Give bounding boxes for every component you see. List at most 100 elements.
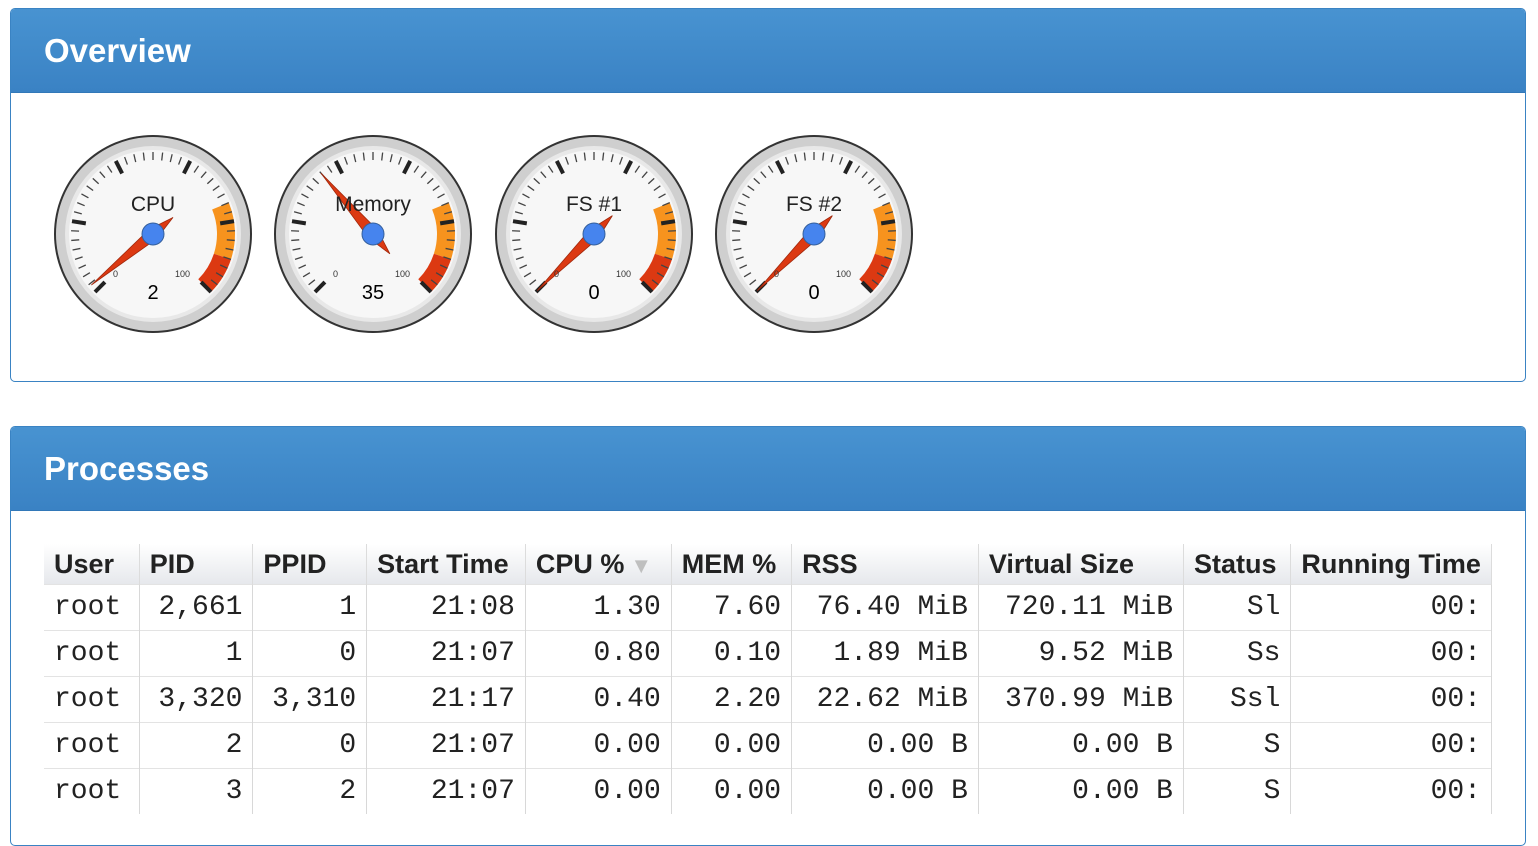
column-header-start-time[interactable]: Start Time — [367, 544, 526, 585]
table-row[interactable]: root2021:070.000.000.00 B0.00 BS00: — [44, 723, 1492, 769]
column-header-status[interactable]: Status — [1184, 544, 1291, 585]
gauge-minor-tick — [447, 240, 455, 241]
process-table-container[interactable]: User PID PPID Start Time CPU %▼ MEM % RS… — [44, 544, 1492, 814]
cell-ppid: 0 — [253, 631, 367, 677]
cell-ppid: 0 — [253, 723, 367, 769]
cell-virtual-size: 720.11 MiB — [978, 585, 1183, 631]
cell-cpu: 1.30 — [525, 585, 671, 631]
gauge-hub — [583, 223, 605, 245]
processes-title: Processes — [11, 427, 1525, 511]
fs1-gauge: FS #1 0 100 0 — [493, 133, 695, 335]
gauge-max-label: 100 — [616, 269, 631, 279]
cell-running-time: 00: — [1291, 631, 1492, 677]
cell-pid: 1 — [139, 631, 253, 677]
cell-mem: 0.10 — [671, 631, 791, 677]
gauge-minor-tick — [512, 240, 520, 241]
gauge-max-label: 100 — [836, 269, 851, 279]
table-row[interactable]: root1021:070.800.101.89 MiB9.52 MiBSs00: — [44, 631, 1492, 677]
cell-start-time: 21:17 — [367, 677, 526, 723]
gauge-minor-tick — [732, 240, 740, 241]
cell-cpu: 0.40 — [525, 677, 671, 723]
memory-gauge: Memory 0 100 35 — [272, 133, 474, 335]
cell-start-time: 21:07 — [367, 769, 526, 815]
gauge-value: 2 — [52, 282, 254, 305]
cell-pid: 3 — [139, 769, 253, 815]
gauge-minor-tick — [291, 240, 299, 241]
column-header-user[interactable]: User — [44, 544, 139, 585]
cell-ppid: 3,310 — [253, 677, 367, 723]
cell-status: Sl — [1184, 585, 1291, 631]
column-header-label: Status — [1194, 549, 1277, 579]
fs2-gauge: FS #2 0 100 0 — [713, 133, 915, 335]
column-header-label: RSS — [802, 549, 858, 579]
column-header-virtual-size[interactable]: Virtual Size — [978, 544, 1183, 585]
gauge-minor-tick — [227, 240, 235, 241]
cell-virtual-size: 0.00 B — [978, 769, 1183, 815]
gauge-min-label: 0 — [333, 269, 338, 279]
column-header-running-time[interactable]: Running Time — [1291, 544, 1492, 585]
cell-user: root — [44, 631, 139, 677]
column-header-rss[interactable]: RSS — [792, 544, 979, 585]
cell-cpu: 0.00 — [525, 723, 671, 769]
gauge-max-label: 100 — [175, 269, 190, 279]
cell-mem: 0.00 — [671, 769, 791, 815]
gauge-major-tick — [220, 221, 234, 223]
gauges-row: CPU 0 100 2 Memory 0 100 35 FS #1 0 100 … — [11, 93, 1525, 381]
cell-status: Ssl — [1184, 677, 1291, 723]
cell-virtual-size: 370.99 MiB — [978, 677, 1183, 723]
cell-rss: 0.00 B — [792, 769, 979, 815]
gauge-min-label: 0 — [774, 269, 779, 279]
cell-rss: 1.89 MiB — [792, 631, 979, 677]
column-header-mem[interactable]: MEM % — [671, 544, 791, 585]
table-header-row: User PID PPID Start Time CPU %▼ MEM % RS… — [44, 544, 1492, 585]
cell-user: root — [44, 585, 139, 631]
processes-panel: Processes User PID PPID Start Time CPU %… — [10, 426, 1526, 846]
cell-mem: 7.60 — [671, 585, 791, 631]
overview-title: Overview — [11, 9, 1525, 93]
table-row[interactable]: root2,661121:081.307.6076.40 MiB720.11 M… — [44, 585, 1492, 631]
gauge-hub — [142, 223, 164, 245]
cell-cpu: 0.80 — [525, 631, 671, 677]
column-header-label: Virtual Size — [989, 549, 1134, 579]
column-header-label: Start Time — [377, 549, 509, 579]
cell-rss: 76.40 MiB — [792, 585, 979, 631]
cell-pid: 2,661 — [139, 585, 253, 631]
gauge-value: 35 — [272, 282, 474, 305]
gauge-value: 0 — [713, 282, 915, 305]
cell-status: Ss — [1184, 631, 1291, 677]
gauge-major-tick — [513, 221, 527, 223]
cell-running-time: 00: — [1291, 769, 1492, 815]
cell-rss: 22.62 MiB — [792, 677, 979, 723]
gauge-label: CPU — [52, 193, 254, 217]
column-header-cpu[interactable]: CPU %▼ — [525, 544, 671, 585]
gauge-hub — [803, 223, 825, 245]
cell-virtual-size: 0.00 B — [978, 723, 1183, 769]
gauge-major-tick — [881, 221, 895, 223]
cpu-gauge: CPU 0 100 2 — [52, 133, 254, 335]
cell-virtual-size: 9.52 MiB — [978, 631, 1183, 677]
cell-pid: 2 — [139, 723, 253, 769]
gauge-major-tick — [292, 221, 306, 223]
gauge-label: FS #1 — [493, 193, 695, 217]
column-header-label: CPU % — [536, 549, 625, 579]
table-row[interactable]: root3,3203,31021:170.402.2022.62 MiB370.… — [44, 677, 1492, 723]
sort-desc-icon: ▼ — [630, 553, 652, 578]
gauge-minor-tick — [888, 240, 896, 241]
cell-status: S — [1184, 723, 1291, 769]
gauge-label: FS #2 — [713, 193, 915, 217]
gauge-hub — [362, 223, 384, 245]
cell-ppid: 1 — [253, 585, 367, 631]
table-row[interactable]: root3221:070.000.000.00 B0.00 BS00: — [44, 769, 1492, 815]
cell-user: root — [44, 723, 139, 769]
gauge-min-label: 0 — [113, 269, 118, 279]
process-table-body: root2,661121:081.307.6076.40 MiB720.11 M… — [44, 585, 1492, 815]
cell-rss: 0.00 B — [792, 723, 979, 769]
gauge-major-tick — [440, 221, 454, 223]
cell-running-time: 00: — [1291, 585, 1492, 631]
column-header-pid[interactable]: PID — [139, 544, 253, 585]
overview-panel: Overview CPU 0 100 2 Memory 0 100 35 FS … — [10, 8, 1526, 382]
column-header-ppid[interactable]: PPID — [253, 544, 367, 585]
cell-start-time: 21:07 — [367, 723, 526, 769]
column-header-label: MEM % — [682, 549, 777, 579]
cell-start-time: 21:08 — [367, 585, 526, 631]
